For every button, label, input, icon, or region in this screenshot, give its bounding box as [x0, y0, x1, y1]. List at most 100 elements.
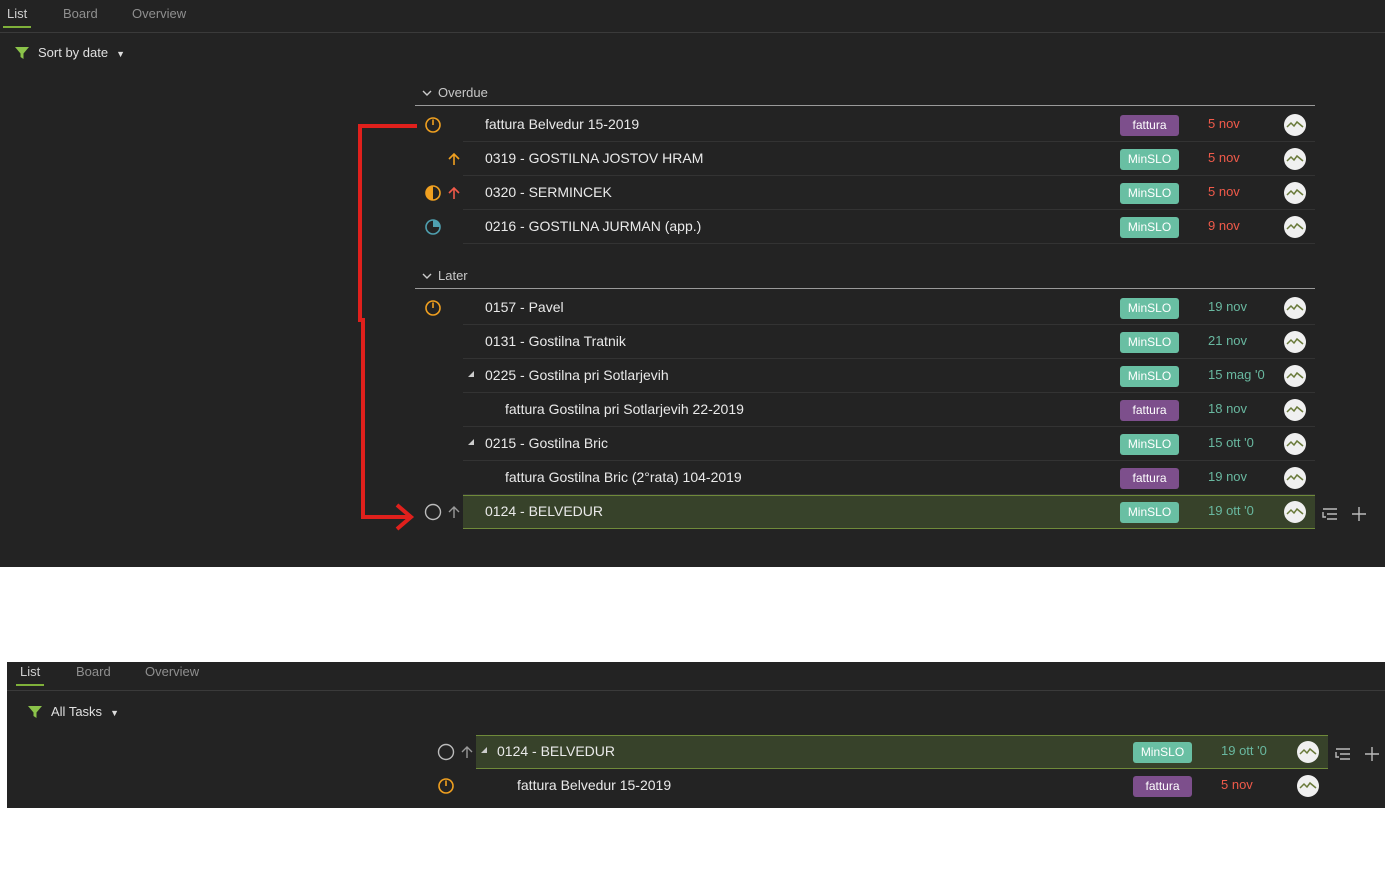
expand-triangle-icon[interactable]: [480, 746, 488, 754]
tab-board[interactable]: Board: [63, 6, 98, 21]
tab-overview[interactable]: Overview: [145, 664, 199, 679]
due-date[interactable]: 19 nov: [1208, 469, 1247, 484]
task-title[interactable]: 0216 - GOSTILNA JURMAN (app.): [485, 218, 701, 234]
due-date[interactable]: 5 nov: [1221, 777, 1253, 792]
due-date[interactable]: 5 nov: [1208, 116, 1240, 131]
plus-icon[interactable]: [1350, 505, 1368, 523]
arrow-up-icon[interactable]: [445, 503, 463, 521]
task-row[interactable]: 0216 - GOSTILNA JURMAN (app.) MinSLO 9 n…: [415, 210, 1315, 244]
chevron-down-icon: ▼: [116, 49, 126, 59]
empty-circle-icon[interactable]: [437, 743, 455, 761]
expand-triangle-icon[interactable]: [467, 438, 475, 446]
due-date[interactable]: 15 ott '0: [1208, 435, 1254, 450]
tag-badge[interactable]: MinSLO: [1120, 366, 1179, 387]
tag-badge[interactable]: MinSLO: [1120, 298, 1179, 319]
sort-dropdown[interactable]: Sort by date ▼: [15, 45, 125, 60]
task-row[interactable]: fattura Belvedur 15-2019 fattura 5 nov: [415, 108, 1315, 142]
due-date[interactable]: 5 nov: [1208, 184, 1240, 199]
tag-badge[interactable]: MinSLO: [1120, 332, 1179, 353]
plus-icon[interactable]: [1363, 745, 1381, 763]
expand-triangle-icon[interactable]: [467, 370, 475, 378]
user-avatar[interactable]: [1284, 297, 1306, 319]
task-list-panel-top: List Board Overview Sort by date ▼ Overd…: [0, 0, 1385, 567]
chevron-down-icon[interactable]: [421, 86, 433, 100]
tag-badge[interactable]: MinSLO: [1133, 742, 1192, 763]
clock-icon[interactable]: [424, 116, 442, 134]
sort-label: Sort by date: [38, 45, 109, 60]
user-avatar[interactable]: [1284, 216, 1306, 238]
tab-list[interactable]: List: [15, 664, 45, 686]
task-title[interactable]: 0124 - BELVEDUR: [497, 743, 615, 759]
user-avatar[interactable]: [1284, 433, 1306, 455]
subtask-row[interactable]: fattura Gostilna pri Sotlarjevih 22-2019…: [415, 393, 1315, 427]
due-date[interactable]: 15 mag '0: [1208, 367, 1265, 382]
user-avatar[interactable]: [1284, 365, 1306, 387]
section-later: Later: [415, 268, 1315, 289]
arrow-up-icon[interactable]: [445, 184, 463, 202]
tag-badge[interactable]: MinSLO: [1120, 183, 1179, 204]
task-title[interactable]: 0131 - Gostilna Tratnik: [485, 333, 626, 349]
task-title[interactable]: fattura Belvedur 15-2019: [517, 777, 671, 793]
task-row[interactable]: 0225 - Gostilna pri Sotlarjevih MinSLO 1…: [415, 359, 1315, 393]
tag-badge[interactable]: fattura: [1120, 115, 1179, 136]
due-date[interactable]: 19 ott '0: [1208, 503, 1254, 518]
task-title[interactable]: 0215 - Gostilna Bric: [485, 435, 608, 451]
tag-badge[interactable]: fattura: [1120, 468, 1179, 489]
tag-badge[interactable]: MinSLO: [1120, 149, 1179, 170]
subtask-row[interactable]: fattura Belvedur 15-2019 fattura 5 nov: [428, 769, 1328, 803]
tag-badge[interactable]: MinSLO: [1120, 502, 1179, 523]
due-date[interactable]: 9 nov: [1208, 218, 1240, 233]
task-title[interactable]: 0124 - BELVEDUR: [485, 503, 603, 519]
task-title[interactable]: fattura Gostilna pri Sotlarjevih 22-2019: [505, 401, 744, 417]
tab-board[interactable]: Board: [76, 664, 111, 679]
chevron-down-icon[interactable]: [421, 269, 433, 283]
user-avatar[interactable]: [1284, 501, 1306, 523]
clock-icon[interactable]: [437, 777, 455, 795]
tag-badge[interactable]: fattura: [1120, 400, 1179, 421]
subtask-list-icon[interactable]: [1321, 505, 1339, 523]
tab-list[interactable]: List: [2, 6, 32, 28]
task-row-selected[interactable]: 0124 - BELVEDUR MinSLO 19 ott '0: [415, 495, 1315, 529]
task-title[interactable]: 0320 - SERMINCEK: [485, 184, 612, 200]
tag-badge[interactable]: MinSLO: [1120, 217, 1179, 238]
user-avatar[interactable]: [1297, 775, 1319, 797]
half-circle-icon[interactable]: [424, 184, 442, 202]
user-avatar[interactable]: [1284, 399, 1306, 421]
task-row[interactable]: 0319 - GOSTILNA JOSTOV HRAM MinSLO 5 nov: [415, 142, 1315, 176]
user-avatar[interactable]: [1284, 182, 1306, 204]
task-title[interactable]: 0157 - Pavel: [485, 299, 564, 315]
row-background: [463, 291, 1315, 325]
chevron-down-icon: ▼: [110, 708, 119, 718]
due-date[interactable]: 19 ott '0: [1221, 743, 1267, 758]
task-title[interactable]: fattura Gostilna Bric (2°rata) 104-2019: [505, 469, 742, 485]
task-row[interactable]: 0215 - Gostilna Bric MinSLO 15 ott '0: [415, 427, 1315, 461]
task-row[interactable]: 0131 - Gostilna Tratnik MinSLO 21 nov: [415, 325, 1315, 359]
user-avatar[interactable]: [1284, 148, 1306, 170]
due-date[interactable]: 18 nov: [1208, 401, 1247, 416]
user-avatar[interactable]: [1297, 741, 1319, 763]
user-avatar[interactable]: [1284, 114, 1306, 136]
filter-dropdown[interactable]: All Tasks ▼: [28, 704, 119, 719]
arrow-up-icon[interactable]: [458, 743, 476, 761]
task-row-selected[interactable]: 0124 - BELVEDUR MinSLO 19 ott '0: [428, 735, 1328, 769]
clock-icon[interactable]: [424, 299, 442, 317]
task-title[interactable]: 0319 - GOSTILNA JOSTOV HRAM: [485, 150, 703, 166]
user-avatar[interactable]: [1284, 331, 1306, 353]
tab-overview[interactable]: Overview: [132, 6, 186, 21]
task-title[interactable]: 0225 - Gostilna pri Sotlarjevih: [485, 367, 669, 383]
task-row[interactable]: 0157 - Pavel MinSLO 19 nov: [415, 291, 1315, 325]
user-avatar[interactable]: [1284, 467, 1306, 489]
subtask-list-icon[interactable]: [1334, 745, 1352, 763]
due-date[interactable]: 21 nov: [1208, 333, 1247, 348]
empty-circle-icon[interactable]: [424, 503, 442, 521]
due-date[interactable]: 5 nov: [1208, 150, 1240, 165]
tag-badge[interactable]: fattura: [1133, 776, 1192, 797]
arrow-up-icon[interactable]: [445, 150, 463, 168]
task-row[interactable]: 0320 - SERMINCEK MinSLO 5 nov: [415, 176, 1315, 210]
subtask-row[interactable]: fattura Gostilna Bric (2°rata) 104-2019 …: [415, 461, 1315, 495]
task-title[interactable]: fattura Belvedur 15-2019: [485, 116, 639, 132]
tag-badge[interactable]: MinSLO: [1120, 434, 1179, 455]
due-date[interactable]: 19 nov: [1208, 299, 1247, 314]
quarter-circle-icon[interactable]: [424, 218, 442, 236]
filter-label: All Tasks: [51, 704, 103, 719]
